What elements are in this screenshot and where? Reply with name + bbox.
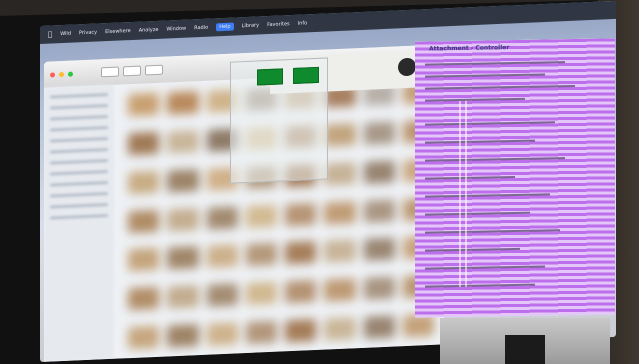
zoom-icon[interactable] (68, 71, 73, 77)
close-icon[interactable] (50, 71, 55, 78)
panel-title: Attachment - Controller (429, 44, 510, 53)
menu-item-active[interactable]: Help (216, 22, 234, 32)
floating-panel (230, 57, 328, 184)
menu-item[interactable]: Radio (194, 25, 208, 32)
toolbar-button[interactable] (123, 65, 141, 77)
sidebar (44, 84, 114, 362)
photo-scene:  Wild Privacy Elsewhere Analyze Window … (0, 0, 639, 364)
column-divider (459, 100, 461, 287)
menu-item[interactable]: Wild (60, 31, 71, 37)
green-button[interactable] (257, 68, 283, 86)
menu-item[interactable]: Window (166, 26, 186, 33)
menu-item[interactable]: Info (298, 20, 307, 26)
apple-icon[interactable]:  (48, 30, 52, 38)
toolbar-button[interactable] (101, 66, 119, 78)
menu-item[interactable]: Privacy (79, 30, 97, 37)
column-divider (465, 100, 467, 287)
menu-item[interactable]: Favorites (267, 21, 290, 28)
green-button[interactable] (293, 66, 319, 84)
menu-item[interactable]: Analyze (139, 27, 159, 34)
monitor-stand (505, 335, 545, 364)
menu-item[interactable]: Library (242, 22, 259, 29)
minimize-icon[interactable] (59, 71, 64, 77)
purple-overlay-panel: Attachment - Controller (415, 38, 615, 318)
menu-item[interactable]: Elsewhere (105, 28, 131, 35)
toolbar-button[interactable] (145, 64, 163, 76)
